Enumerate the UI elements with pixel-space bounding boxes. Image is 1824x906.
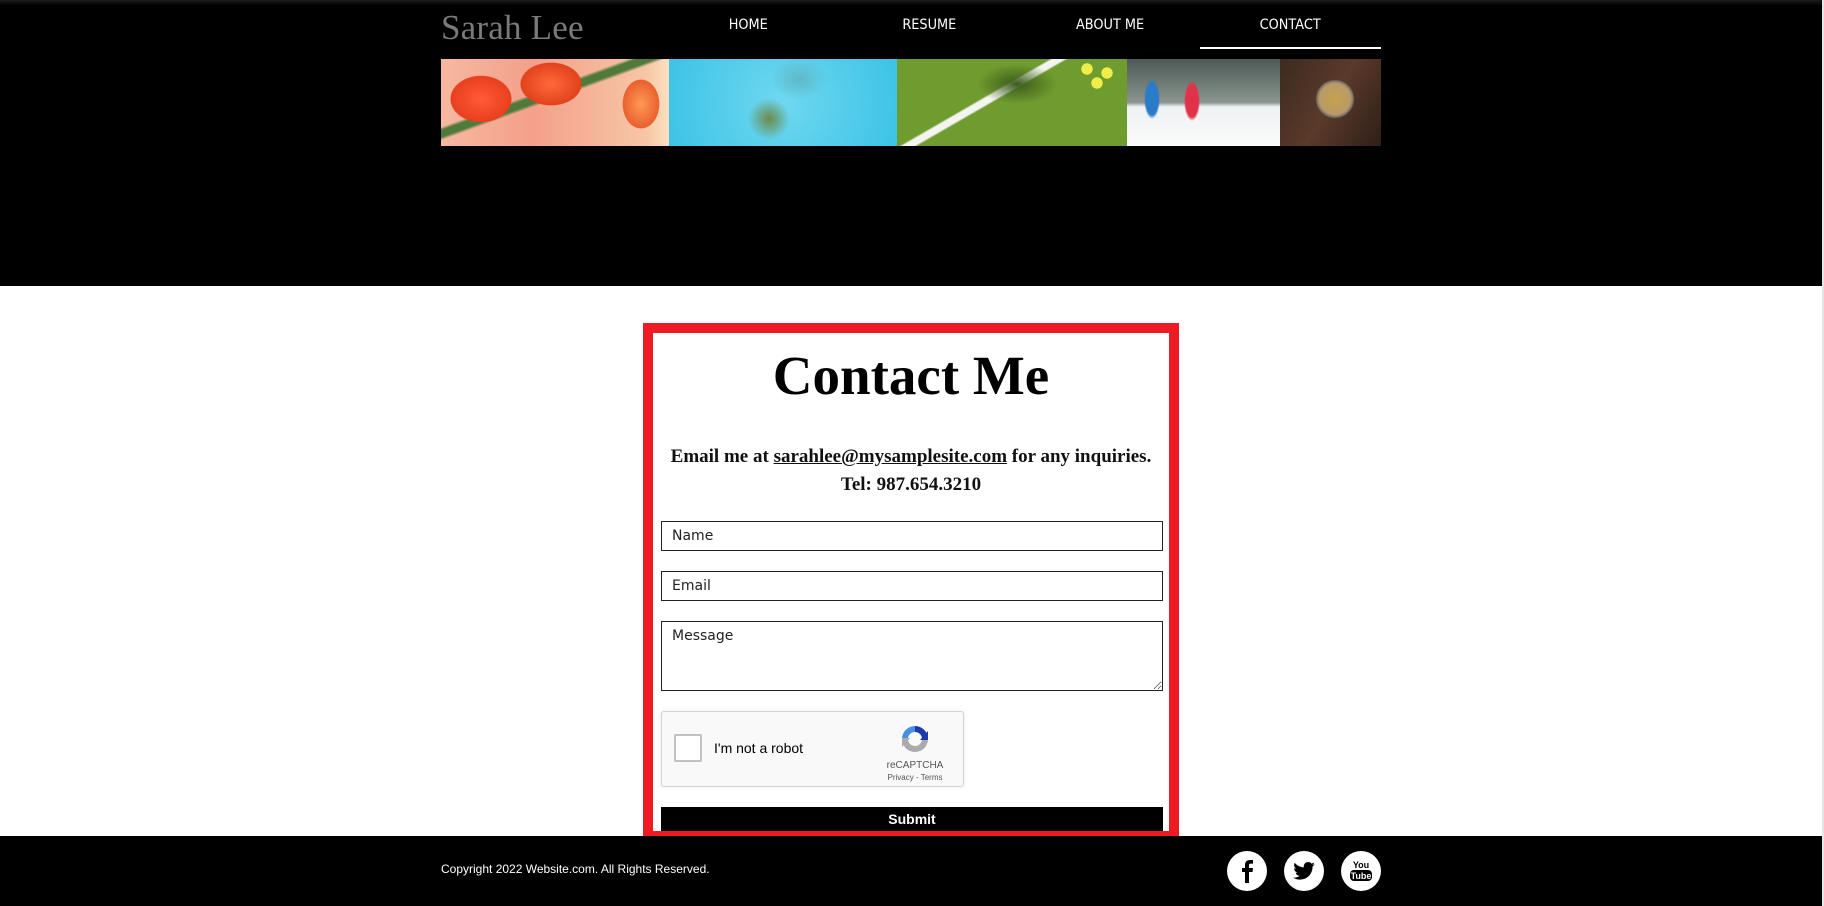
contact-title: Contact Me	[772, 345, 1050, 406]
nav-contact[interactable]: CONTACT	[1200, 0, 1381, 50]
name-field[interactable]	[661, 521, 1163, 551]
nav-home[interactable]: HOME	[658, 0, 839, 50]
copyright-text: Copyright 2022 Website.com. All Rights R…	[441, 862, 710, 876]
contact-info: Email me at sarahlee@mysamplesite.com fo…	[653, 443, 1169, 499]
youtube-icon: You Tube	[1350, 860, 1372, 881]
main-nav: HOME RESUME ABOUT ME CONTACT	[658, 0, 1381, 50]
twitter-link[interactable]	[1284, 851, 1324, 891]
recaptcha-logo-icon	[902, 726, 928, 752]
photo-tennis-court	[897, 59, 1127, 146]
photo-strip	[441, 59, 1381, 146]
nav-contact-label: CONTACT	[1260, 17, 1322, 33]
nav-home-label: HOME	[728, 17, 768, 33]
email-prefix: Email me at	[670, 446, 774, 467]
recaptcha-links[interactable]: Privacy - Terms	[881, 773, 949, 782]
facebook-icon	[1242, 860, 1253, 883]
nav-resume[interactable]: RESUME	[839, 0, 1020, 50]
submit-button[interactable]: Submit	[661, 807, 1163, 831]
photo-fishing-reel	[1280, 59, 1381, 146]
photo-skiing	[1127, 59, 1280, 146]
twitter-icon	[1293, 862, 1315, 880]
svg-text:Tube: Tube	[1351, 871, 1372, 881]
nav-about-me[interactable]: ABOUT ME	[1020, 0, 1201, 50]
recaptcha-widget: I'm not a robot reCAPTCHA Privacy - Term…	[661, 711, 964, 787]
photo-tulips	[441, 59, 669, 146]
recaptcha-brand: reCAPTCHA	[886, 760, 944, 771]
site-header: Sarah Lee HOME RESUME ABOUT ME CONTACT	[0, 0, 1822, 286]
phone-line: Tel: 987.654.3210	[840, 474, 982, 495]
recaptcha-checkbox[interactable]	[674, 734, 702, 762]
recaptcha-label: I'm not a robot	[714, 740, 804, 756]
message-field[interactable]	[661, 621, 1163, 691]
email-link[interactable]: sarahlee@mysamplesite.com	[774, 446, 1007, 467]
email-line: Email me at sarahlee@mysamplesite.com fo…	[653, 443, 1169, 471]
contact-section: Contact Me Email me at sarahlee@mysample…	[643, 323, 1179, 841]
email-suffix: for any inquiries.	[1007, 446, 1152, 467]
photo-swimmer	[669, 59, 897, 146]
nav-about-me-label: ABOUT ME	[1075, 17, 1144, 33]
nav-resume-label: RESUME	[902, 17, 957, 33]
email-field[interactable]	[661, 571, 1163, 601]
site-logo[interactable]: Sarah Lee	[441, 8, 584, 48]
svg-text:You: You	[1353, 860, 1369, 870]
youtube-link[interactable]: You Tube	[1341, 851, 1381, 891]
facebook-link[interactable]	[1227, 851, 1267, 891]
site-footer: Copyright 2022 Website.com. All Rights R…	[0, 836, 1822, 906]
